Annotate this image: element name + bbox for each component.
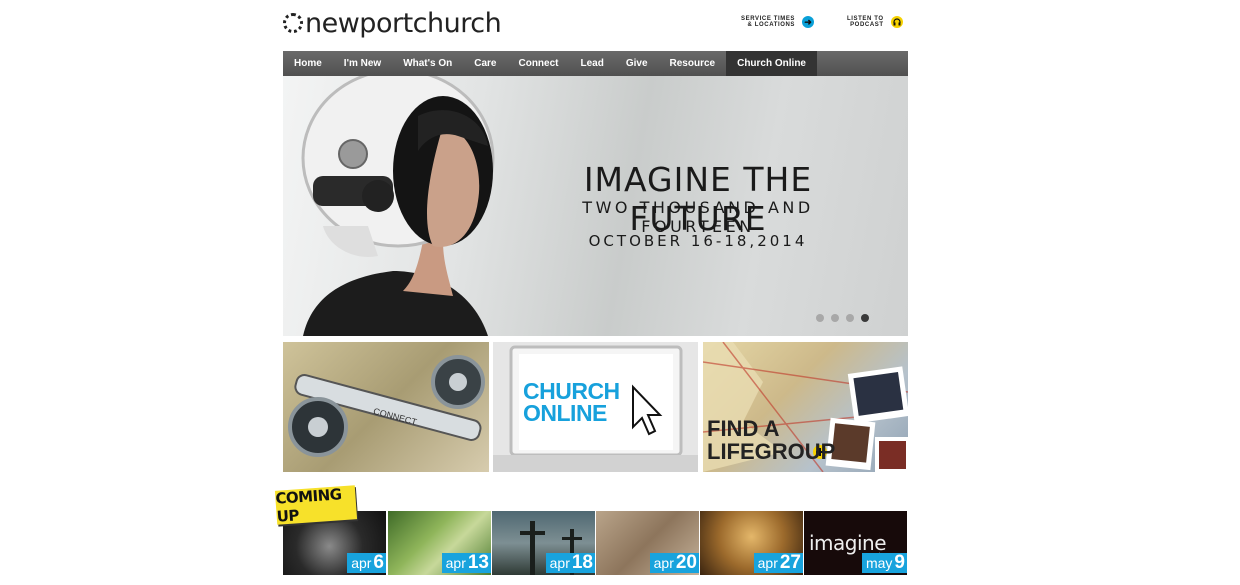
telephone-handset-image: CONNECT bbox=[288, 355, 485, 457]
event-date: apr 27 bbox=[753, 552, 803, 573]
headphones-icon bbox=[890, 16, 903, 28]
service-times-line2: & LOCATIONS bbox=[747, 22, 796, 28]
service-times-link[interactable]: SERVICE TIMES & LOCATIONS ➜ bbox=[741, 16, 821, 28]
church-online-tile[interactable]: CHURCH ONLINE bbox=[493, 342, 698, 472]
coming-up-label: COMING UP bbox=[274, 485, 343, 526]
nav-item-whats-on[interactable]: What's On bbox=[392, 51, 463, 76]
nav-item-im-new[interactable]: I'm New bbox=[333, 51, 392, 76]
event-day: 20 bbox=[675, 552, 697, 573]
event-month: apr bbox=[653, 555, 674, 571]
event-card[interactable]: apr 13 bbox=[388, 511, 491, 575]
imagine-logo: imagine bbox=[809, 531, 887, 555]
lifegroup-line2: LIFEGROUP bbox=[707, 439, 836, 464]
event-day: 27 bbox=[779, 552, 801, 573]
lifegroup-line1: FIND A bbox=[707, 416, 780, 441]
logo-mark-icon bbox=[283, 13, 303, 33]
slider-dots bbox=[816, 314, 869, 322]
event-day: 13 bbox=[467, 552, 489, 573]
nav-item-lead[interactable]: Lead bbox=[569, 51, 614, 76]
event-date: apr 20 bbox=[649, 552, 699, 573]
church-online-line1: CHURCH bbox=[523, 378, 620, 404]
hero-date: OCTOBER 16-18,2014 bbox=[588, 232, 808, 250]
nav-item-home[interactable]: Home bbox=[283, 51, 333, 76]
event-date: apr 13 bbox=[441, 552, 491, 573]
nav-item-care[interactable]: Care bbox=[463, 51, 507, 76]
event-day: 6 bbox=[373, 552, 384, 573]
slider-dot-2[interactable] bbox=[831, 314, 839, 322]
slider-dot-3[interactable] bbox=[846, 314, 854, 322]
connect-tile[interactable]: CONNECT bbox=[283, 342, 489, 472]
event-month: apr bbox=[351, 555, 372, 571]
event-card[interactable]: apr 27 bbox=[700, 511, 803, 575]
coming-up-badge: COMING UP bbox=[274, 485, 358, 526]
event-month: apr bbox=[445, 555, 466, 571]
event-month: may bbox=[865, 555, 893, 571]
nav-item-church-online[interactable]: Church Online bbox=[726, 51, 817, 76]
lifegroup-tile[interactable]: FIND A LIFEGROUP bbox=[703, 342, 908, 472]
event-date: may 9 bbox=[861, 552, 907, 573]
event-date: apr 18 bbox=[545, 552, 595, 573]
event-date: apr 6 bbox=[347, 553, 386, 573]
event-day: 18 bbox=[571, 552, 593, 573]
podcast-link[interactable]: LISTEN TO PODCAST bbox=[847, 16, 907, 28]
nav-item-resource[interactable]: Resource bbox=[659, 51, 727, 76]
hero-subtitle: TWO THOUSAND AND FOURTEEN bbox=[582, 198, 814, 236]
event-day: 9 bbox=[894, 552, 905, 573]
event-month: apr bbox=[549, 555, 570, 571]
logo-text: newportchurch bbox=[305, 7, 502, 39]
hero-banner[interactable]: IMAGINE THE FUTURE TWO THOUSAND AND FOUR… bbox=[283, 76, 908, 336]
nav-item-connect[interactable]: Connect bbox=[507, 51, 569, 76]
nav-item-give[interactable]: Give bbox=[615, 51, 659, 76]
site-logo[interactable]: newportchurch bbox=[283, 6, 502, 40]
arrow-right-icon: ➜ bbox=[802, 16, 815, 28]
slider-dot-4[interactable] bbox=[861, 314, 869, 322]
main-nav: Home I'm New What's On Care Connect Lead… bbox=[283, 51, 908, 76]
church-online-line2: ONLINE bbox=[523, 400, 607, 426]
event-month: apr bbox=[757, 555, 778, 571]
event-card[interactable]: apr 18 bbox=[492, 511, 595, 575]
slider-dot-1[interactable] bbox=[816, 314, 824, 322]
event-card[interactable]: imagine evening may 9 bbox=[804, 511, 907, 575]
astronaut-woman-image bbox=[301, 76, 495, 336]
podcast-line2: PODCAST bbox=[850, 22, 884, 28]
event-card[interactable]: apr 20 bbox=[596, 511, 699, 575]
